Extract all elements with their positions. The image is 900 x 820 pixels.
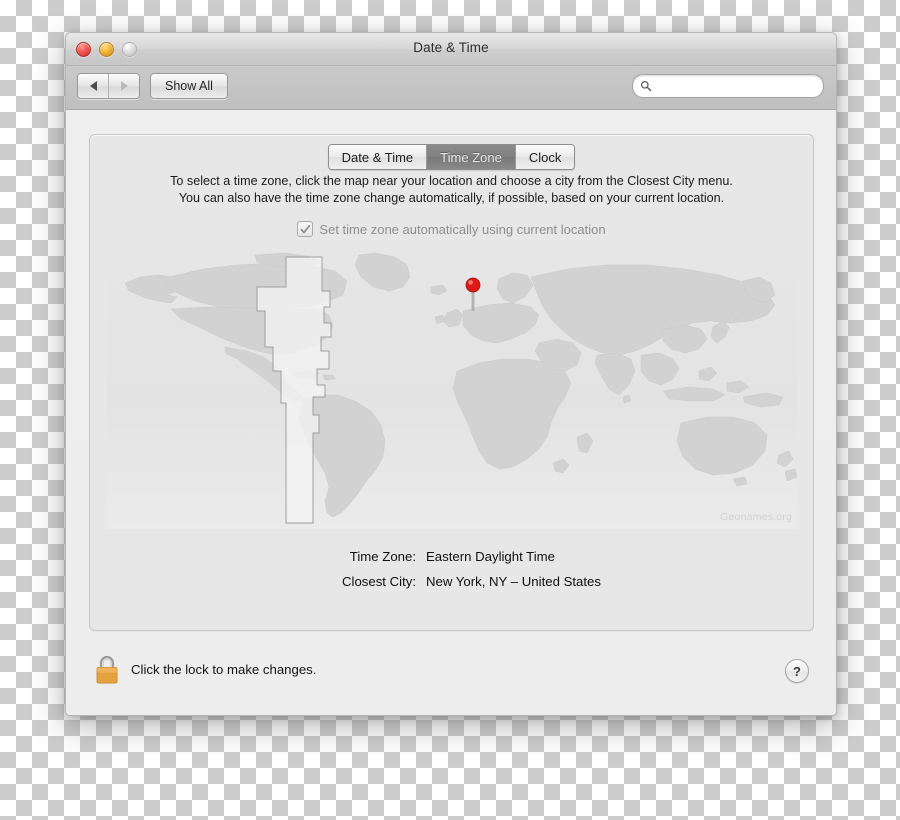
help-button[interactable]: ? — [785, 659, 809, 683]
timezone-highlight-band — [256, 256, 332, 524]
search-field[interactable] — [632, 74, 824, 98]
search-icon — [640, 80, 652, 92]
lock-closed-icon[interactable] — [94, 653, 120, 685]
back-button[interactable] — [78, 74, 108, 98]
closest-city-value[interactable]: New York, NY – United States — [426, 574, 601, 589]
arrow-right-icon — [120, 81, 128, 91]
lock-row[interactable]: Click the lock to make changes. — [94, 653, 316, 685]
search-input[interactable] — [652, 77, 823, 95]
location-pin-icon — [465, 277, 481, 311]
instructions-line-2: You can also have the time zone change a… — [178, 191, 725, 205]
instructions-line-1: To select a time zone, click the map nea… — [170, 174, 733, 188]
map-attribution: Geonames.org — [720, 511, 792, 523]
tab-clock[interactable]: Clock — [514, 145, 575, 169]
window-titlebar: Date & Time — [66, 33, 836, 66]
window-footer: Click the lock to make changes. ? — [66, 637, 836, 715]
tab-bar: Date & Time Time Zone Clock — [90, 144, 813, 170]
instructions: To select a time zone, click the map nea… — [110, 173, 793, 207]
auto-timezone-label: Set time zone automatically using curren… — [319, 221, 606, 237]
time-zone-panel: To select a time zone, click the map nea… — [89, 134, 814, 631]
window-title: Date & Time — [413, 40, 489, 55]
tab-time-zone[interactable]: Time Zone — [426, 145, 515, 169]
window-toolbar: Show All — [66, 66, 836, 110]
date-time-preferences-window: Date & Time Show All To select a time zo… — [65, 32, 837, 716]
time-zone-row: Time Zone: Eastern Daylight Time — [90, 549, 813, 564]
time-zone-label: Time Zone: — [349, 549, 416, 564]
show-all-button[interactable]: Show All — [150, 73, 228, 99]
checkmark-icon — [300, 224, 311, 233]
auto-timezone-checkbox[interactable] — [297, 221, 314, 237]
world-map-graphic — [124, 252, 797, 524]
forward-button — [108, 74, 139, 98]
world-map[interactable]: Geonames.org — [107, 251, 797, 529]
window-body: To select a time zone, click the map nea… — [66, 110, 836, 715]
arrow-left-icon — [89, 81, 97, 91]
navigation-buttons — [77, 73, 140, 99]
timezone-info: Time Zone: Eastern Daylight Time Closest… — [90, 549, 813, 599]
closest-city-row: Closest City: New York, NY – United Stat… — [90, 574, 813, 589]
auto-timezone-row[interactable]: Set time zone automatically using curren… — [90, 221, 813, 237]
time-zone-value: Eastern Daylight Time — [426, 549, 555, 564]
lock-message: Click the lock to make changes. — [131, 661, 317, 677]
tab-date-and-time[interactable]: Date & Time — [328, 145, 427, 169]
closest-city-label: Closest City: — [341, 574, 416, 589]
